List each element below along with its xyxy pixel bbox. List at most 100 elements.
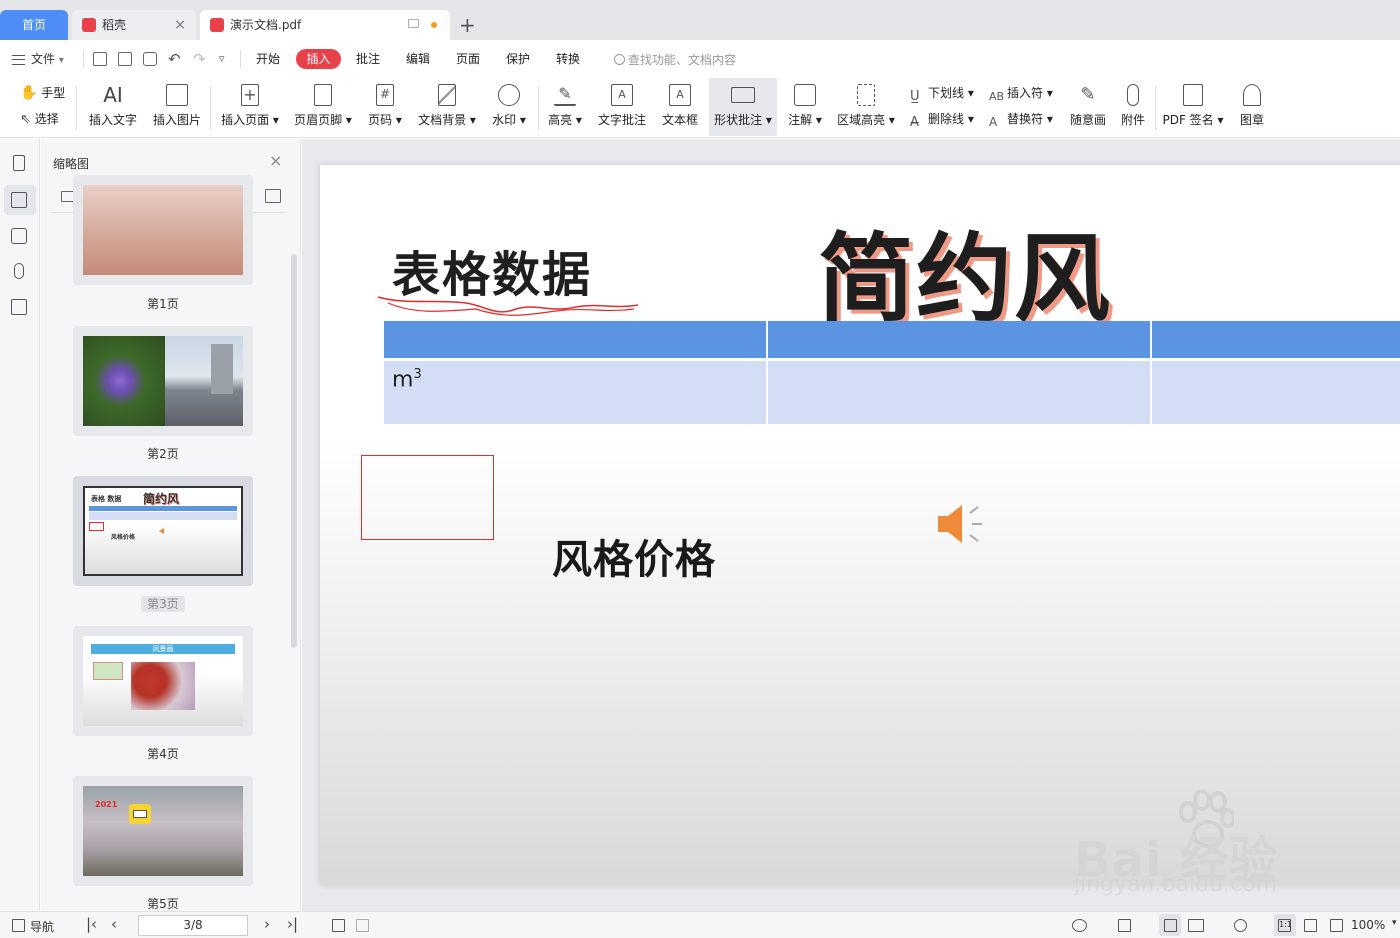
thumbnail-page-5[interactable]: 2021 — [73, 776, 253, 886]
thumb-page4-title: 风景画 — [91, 644, 235, 654]
daoke-icon — [82, 18, 96, 32]
hand-tool-label: 手型 — [41, 86, 66, 100]
search-placeholder: 查找功能、文档内容 — [628, 53, 737, 67]
thumbnail-icon[interactable] — [11, 192, 27, 208]
speaker-icon[interactable] — [936, 499, 986, 549]
insert-text-button[interactable]: AI 插入文字 — [86, 78, 140, 136]
page-number-input[interactable]: 3/8 — [138, 915, 248, 936]
menu-tab-edit[interactable]: 编辑 — [406, 50, 430, 67]
shape-annotation-button[interactable]: 形状批注 ▾ — [709, 78, 777, 136]
page-number-button[interactable]: # 页码 ▾ — [362, 78, 408, 136]
open-folder-icon[interactable] — [93, 52, 107, 66]
last-page-icon[interactable]: ›| — [287, 915, 298, 933]
header-footer-button[interactable]: 页眉页脚 ▾ — [290, 78, 356, 136]
table-header-cell — [384, 321, 768, 361]
monitor-icon[interactable] — [408, 19, 419, 28]
highlight-button[interactable]: ✎ 高亮 ▾ — [544, 78, 586, 136]
note-label: 注解 ▾ — [788, 113, 822, 127]
insert-mark-button[interactable]: AB 插入符 ▾ — [989, 84, 1053, 104]
previous-page-icon[interactable]: ‹ — [111, 915, 117, 933]
document-background-button[interactable]: 文档背景 ▾ — [414, 78, 480, 136]
thumbnail-scrollbar[interactable] — [291, 254, 297, 648]
text-box-icon: A — [669, 84, 691, 106]
pdf-file-icon — [210, 18, 224, 32]
text-comment-button[interactable]: A 文字批注 — [594, 78, 650, 136]
print-icon[interactable] — [143, 52, 157, 66]
thumbnail-page-2[interactable] — [73, 326, 253, 436]
pdf-sign-button[interactable]: PDF 签名 ▾ — [1160, 78, 1226, 136]
tab-daoke[interactable]: 稻壳 × — [72, 10, 196, 40]
menu-tab-start[interactable]: 开始 — [256, 50, 280, 67]
fit-page-icon[interactable] — [1304, 919, 1317, 932]
underline-button[interactable]: U̲ 下划线 ▾ — [910, 84, 974, 104]
replace-mark-label: 替换符 — [1007, 112, 1044, 126]
close-icon[interactable]: × — [269, 151, 282, 170]
menu-tab-insert[interactable]: 插入 — [296, 49, 341, 69]
menu-tab-convert[interactable]: 转换 — [556, 50, 580, 67]
replace-mark-button[interactable]: A 替换符 ▾ — [989, 110, 1053, 129]
strikethrough-button[interactable]: A̶ 删除线 ▾ — [910, 110, 974, 130]
tab-document[interactable]: 演示文档.pdf — [200, 10, 450, 40]
thumbnail-page-4[interactable]: 风景画 — [73, 626, 253, 736]
unsaved-dot-icon — [431, 22, 437, 28]
baidu-watermark: Bai 经验 jingyan.baidu.com — [1074, 790, 1400, 900]
quick-access-dropdown-icon[interactable]: ▿ — [219, 52, 233, 66]
eye-icon[interactable] — [1072, 919, 1087, 932]
zoom-icon[interactable] — [1330, 919, 1343, 932]
area-highlight-button[interactable]: 区域高亮 ▾ — [834, 78, 898, 136]
insert-page-button[interactable]: + 插入页面 ▾ — [218, 78, 282, 136]
chevron-down-icon[interactable]: ▾ — [1392, 918, 1397, 928]
comment-icon[interactable] — [11, 228, 27, 244]
back-icon[interactable] — [332, 919, 345, 932]
thumbnail-pane-title: 缩略图 — [53, 157, 90, 171]
single-page-icon[interactable] — [1164, 919, 1177, 932]
watermark-label: 水印 ▾ — [492, 113, 526, 127]
watermark-button[interactable]: 水印 ▾ — [486, 78, 532, 136]
tab-home[interactable]: 首页 — [0, 10, 68, 40]
insert-image-button[interactable]: 插入图片 — [150, 78, 204, 136]
close-icon[interactable]: × — [174, 10, 186, 40]
file-menu[interactable]: 文件 ▾ — [12, 50, 64, 67]
insert-page-label: 插入页面 ▾ — [221, 113, 279, 127]
select-tool-button[interactable]: ⇖ 选择 — [20, 110, 59, 127]
insert-mark-icon: AB — [989, 90, 1005, 103]
paperclip-icon[interactable] — [14, 263, 24, 279]
menu-tab-page[interactable]: 页面 — [456, 50, 480, 67]
play-icon[interactable] — [1234, 919, 1247, 932]
forward-icon[interactable] — [356, 919, 369, 932]
attachment-button[interactable]: 附件 — [1116, 78, 1150, 136]
zoom-in-image-icon[interactable] — [265, 189, 281, 203]
text-box-button[interactable]: A 文本框 — [658, 78, 702, 136]
navigation-panel-icon[interactable] — [12, 919, 25, 932]
highlight-label: 高亮 ▾ — [548, 113, 582, 127]
bookmark-icon[interactable] — [13, 155, 25, 171]
zoom-level[interactable]: 100% — [1351, 918, 1385, 932]
thumbnail-page-1[interactable] — [73, 175, 253, 285]
search-box[interactable]: 查找功能、文档内容 — [614, 51, 736, 68]
navigation-label[interactable]: 导航 — [30, 918, 54, 935]
note-button[interactable]: 注解 ▾ — [784, 78, 826, 136]
next-page-icon[interactable]: › — [264, 915, 270, 933]
hand-tool-button[interactable]: ✋ 手型 — [20, 84, 65, 101]
select-tool-label: 选择 — [34, 112, 59, 126]
menu-tab-annotate[interactable]: 批注 — [356, 50, 380, 67]
shape-annotation-rectangle[interactable] — [361, 455, 494, 540]
signature-icon[interactable] — [11, 299, 27, 315]
new-tab-button[interactable]: + — [459, 10, 476, 40]
freehand-button[interactable]: ✎ 随意画 — [1066, 78, 1110, 136]
thumbnail-pane: 缩略图 × 第1页 第2页 表格 数据 简约风 风格价格 第3页 风景画 第4页… — [41, 139, 301, 911]
image-icon — [166, 84, 188, 106]
text-box-label: 文本框 — [661, 113, 698, 127]
undo-icon[interactable]: ↶ — [168, 52, 182, 67]
save-icon[interactable] — [118, 52, 132, 66]
two-page-icon[interactable] — [1188, 919, 1204, 932]
stamp-button[interactable]: 图章 — [1234, 78, 1270, 136]
red-ink-underline[interactable] — [376, 289, 642, 321]
fit-width-icon[interactable] — [1118, 919, 1131, 932]
thumbnail-page-3[interactable]: 表格 数据 简约风 风格价格 — [73, 476, 253, 586]
menu-tab-protect[interactable]: 保护 — [506, 50, 530, 67]
thumb-title-2: 简约风 — [143, 492, 180, 506]
actual-size-icon[interactable]: 1:1 — [1278, 919, 1292, 932]
first-page-icon[interactable]: |‹ — [86, 915, 97, 933]
redo-icon[interactable]: ↷ — [193, 52, 207, 67]
